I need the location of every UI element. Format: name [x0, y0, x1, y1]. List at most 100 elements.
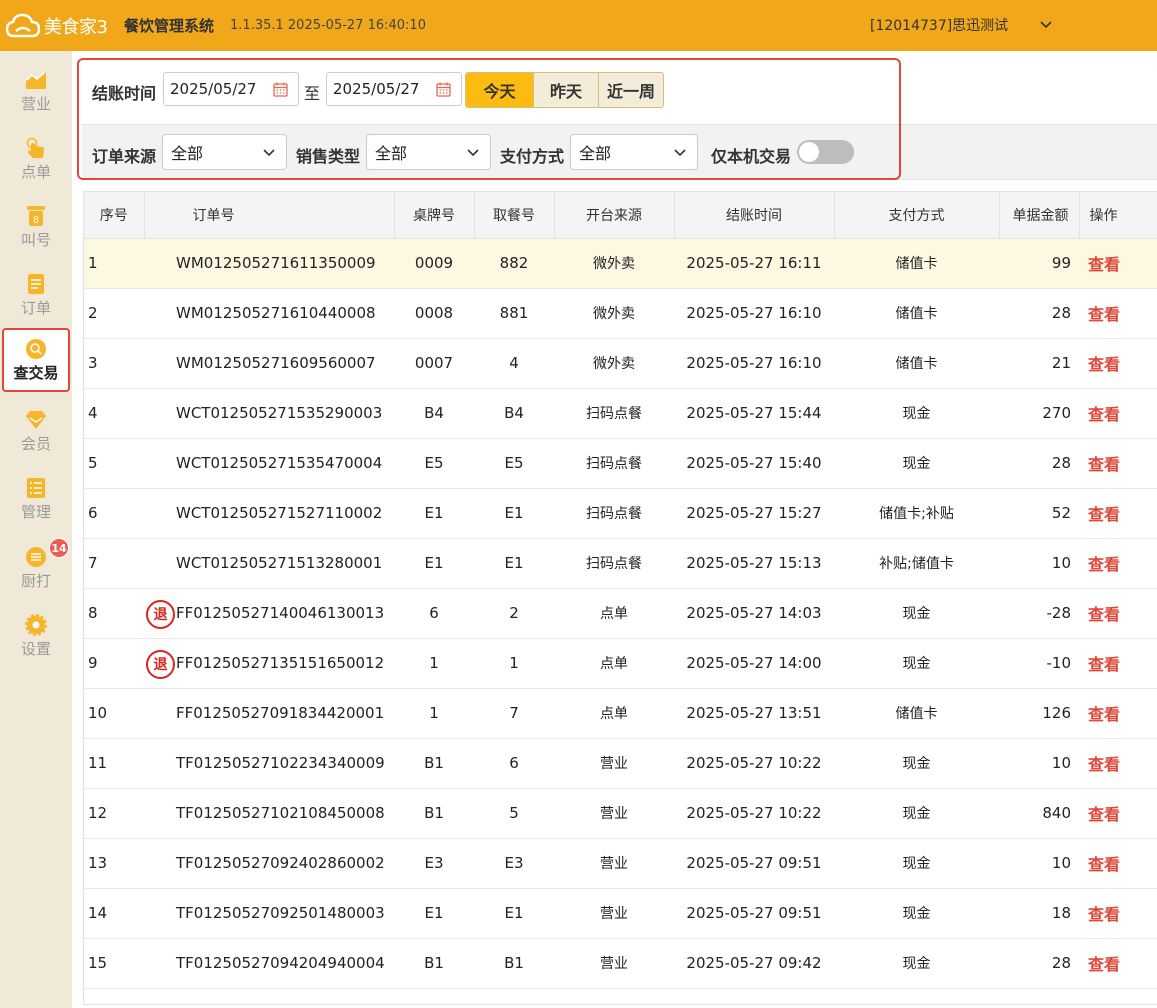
col-header-time[interactable]: 结账时间 [674, 192, 835, 239]
cell-table-number: 0009 [394, 238, 474, 289]
view-link[interactable]: 查看 [1088, 805, 1120, 824]
print-icon [26, 546, 46, 567]
cell-amount: 10 [999, 738, 1079, 789]
cell-pickup-number: E1 [474, 488, 554, 539]
sidebar-item-members[interactable]: 会员 [0, 399, 72, 463]
date-to-field[interactable]: 2025/05/27 [326, 72, 462, 106]
sale-type-select[interactable]: 全部 [366, 134, 491, 170]
calendar-icon[interactable] [273, 82, 288, 97]
order-source-select[interactable]: 全部 [162, 134, 287, 170]
table-row[interactable]: 15 TF01250527094204940004 B1 B1 营业 2025-05-27… [84, 938, 1157, 989]
view-link[interactable]: 查看 [1088, 305, 1120, 324]
table-row[interactable]: 2 WM012505271610440008 0008 881 微外卖 2025-05-2… [84, 288, 1157, 339]
view-link[interactable]: 查看 [1088, 955, 1120, 974]
col-header-source[interactable]: 开台来源 [554, 192, 675, 239]
cell-pickup-number: E3 [474, 838, 554, 889]
sidebar-item-settings[interactable]: 设置 [0, 604, 72, 668]
refund-badge: 退 [146, 649, 175, 679]
list-icon [28, 273, 44, 294]
pay-method-label: 支付方式 [500, 147, 565, 166]
view-link[interactable]: 查看 [1088, 755, 1120, 774]
sidebar-item-management[interactable]: 管理 [0, 467, 72, 531]
range-today-button[interactable]: 今天 [466, 73, 533, 107]
cell-table-number: B1 [394, 938, 474, 989]
col-header-pickup[interactable]: 取餐号 [474, 192, 555, 239]
view-link[interactable]: 查看 [1088, 655, 1120, 674]
local-only-toggle[interactable] [797, 140, 854, 164]
cell-amount: 28 [999, 438, 1079, 489]
col-header-no[interactable]: 序号 [84, 192, 145, 239]
view-link[interactable]: 查看 [1088, 605, 1120, 624]
pay-method-select[interactable]: 全部 [570, 134, 698, 170]
table-row[interactable]: 12 TF01250527102108450008 B1 5 营业 2025-05-27 … [84, 788, 1157, 839]
table-row[interactable]: 10 FF01250527091834420001 1 7 点单 2025-05-27 1… [84, 688, 1157, 739]
to-label: 至 [304, 84, 321, 103]
cell-open-source: 微外卖 [554, 238, 674, 289]
view-link[interactable]: 查看 [1088, 505, 1120, 524]
cell-action: 查看 [1079, 938, 1157, 989]
sidebar-item-label: 叫号 [20, 230, 51, 249]
cell-open-source: 点单 [554, 588, 674, 639]
chevron-down-icon [674, 149, 686, 157]
table-row[interactable]: 6 WCT012505271527110002 E1 E1 扫码点餐 2025-05-27… [84, 488, 1157, 539]
table-row[interactable]: 4 WCT012505271535290003 B4 B4 扫码点餐 2025-05-27… [84, 388, 1157, 439]
cell-open-source: 微外卖 [554, 338, 674, 389]
cell-action: 查看 [1079, 688, 1157, 739]
view-link[interactable]: 查看 [1088, 405, 1120, 424]
sidebar: 营业 点单 8 叫号 订单 查交易 会员 管理 厨打 14 设置 [0, 51, 72, 1008]
cell-action: 查看 [1079, 588, 1157, 639]
version-label: 1.1.35.1 2025-05-27 16:40:10 [230, 18, 426, 33]
sidebar-item-query-transactions[interactable]: 查交易 [2, 328, 70, 392]
sidebar-item-kitchen-print[interactable]: 厨打 14 [0, 536, 72, 600]
table-row[interactable]: 1 WM012505271611350009 0009 882 微外卖 2025-05-2… [84, 238, 1157, 289]
view-link[interactable]: 查看 [1088, 905, 1120, 924]
col-header-table[interactable]: 桌牌号 [394, 192, 475, 239]
sidebar-item-order[interactable]: 点单 [0, 127, 72, 191]
cell-order-number: WCT012505271513280001 [144, 538, 394, 589]
sidebar-item-call-number[interactable]: 8 叫号 [0, 195, 72, 259]
order-number: WM012505271609560007 [176, 354, 376, 372]
view-link[interactable]: 查看 [1088, 455, 1120, 474]
view-link[interactable]: 查看 [1088, 855, 1120, 874]
col-header-pay[interactable]: 支付方式 [834, 192, 1000, 239]
cell-checkout-time: 2025-05-27 09:51 [674, 838, 834, 889]
date-from-field[interactable]: 2025/05/27 [163, 72, 299, 106]
sidebar-item-label: 查交易 [13, 363, 59, 382]
table-row[interactable]: 3 WM012505271609560007 0007 4 微外卖 2025-05-27 … [84, 338, 1157, 389]
cell-pickup-number: B1 [474, 938, 554, 989]
view-link[interactable]: 查看 [1088, 255, 1120, 274]
cell-pay-method: 现金 [834, 738, 999, 789]
cell-action: 查看 [1079, 338, 1157, 389]
sidebar-item-business[interactable]: 营业 [0, 59, 72, 123]
cell-no: 11 [84, 738, 144, 789]
table-row[interactable]: 14 TF01250527092501480003 E1 E1 营业 2025-05-27… [84, 888, 1157, 939]
table-row[interactable]: 11 TF01250527102234340009 B1 6 营业 2025-05-27 … [84, 738, 1157, 789]
logo-text: 美食家3 [44, 16, 108, 38]
range-last-week-button[interactable]: 近一周 [598, 73, 663, 107]
cell-pay-method: 现金 [834, 938, 999, 989]
cell-pay-method: 现金 [834, 388, 999, 439]
view-link[interactable]: 查看 [1088, 555, 1120, 574]
cell-checkout-time: 2025-05-27 16:11 [674, 238, 834, 289]
sidebar-item-orders[interactable]: 订单 [0, 263, 72, 327]
cell-checkout-time: 2025-05-27 15:44 [674, 388, 834, 439]
table-row[interactable]: 13 TF01250527092402860002 E3 E3 营业 2025-05-27… [84, 838, 1157, 889]
cell-pay-method: 现金 [834, 438, 999, 489]
table-row[interactable]: 7 WCT012505271513280001 E1 E1 扫码点餐 2025-05-27… [84, 538, 1157, 589]
calendar-icon[interactable] [436, 82, 451, 97]
table-row[interactable]: 5 WCT012505271535470004 E5 E5 扫码点餐 2025-05-27… [84, 438, 1157, 489]
view-link[interactable]: 查看 [1088, 355, 1120, 374]
view-link[interactable]: 查看 [1088, 705, 1120, 724]
sidebar-item-label: 管理 [20, 502, 51, 521]
range-yesterday-button[interactable]: 昨天 [533, 73, 598, 107]
user-account[interactable]: [12014737]思迅测试 [870, 15, 1008, 35]
cell-amount: 21 [999, 338, 1079, 389]
col-header-order[interactable]: 订单号 [144, 192, 395, 239]
table-row[interactable]: 9 退 FF01250527135151650012 1 1 点单 2025-05-27 1… [84, 638, 1157, 689]
notification-badge: 14 [49, 538, 69, 558]
table-row[interactable]: 8 退 FF012505271400461300​13 6 2 点单 2025-05-27 … [84, 588, 1157, 639]
chevron-down-icon[interactable] [1038, 17, 1054, 33]
col-header-amount[interactable]: 单据金额 [999, 192, 1080, 239]
cell-no: 3 [84, 338, 144, 389]
cell-action: 查看 [1079, 238, 1157, 289]
